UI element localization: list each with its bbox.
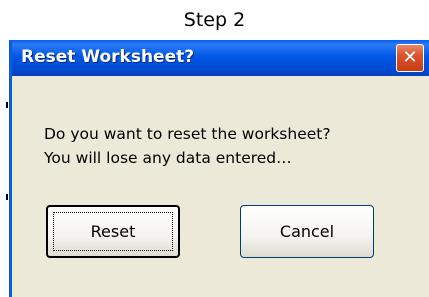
side-mark [6, 194, 8, 200]
side-mark [6, 102, 8, 108]
close-icon: ✕ [402, 47, 418, 68]
cancel-button[interactable]: Cancel [240, 205, 374, 258]
dialog-title: Reset Worksheet? [21, 47, 195, 67]
reset-button[interactable]: Reset [46, 205, 180, 258]
cancel-button-label: Cancel [279, 222, 335, 241]
message-line-1: Do you want to reset the worksheet? [44, 125, 331, 143]
dialog-message: Do you want to reset the worksheet? You … [44, 122, 414, 170]
step-caption: Step 2 [183, 9, 246, 31]
close-button[interactable]: ✕ [396, 44, 424, 72]
reset-worksheet-dialog: Reset Worksheet? ✕ Do you want to reset … [9, 40, 429, 297]
focus-ring [53, 212, 173, 251]
dialog-titlebar[interactable]: Reset Worksheet? ✕ [12, 40, 429, 76]
message-line-2: You will lose any data entered… [44, 149, 292, 167]
